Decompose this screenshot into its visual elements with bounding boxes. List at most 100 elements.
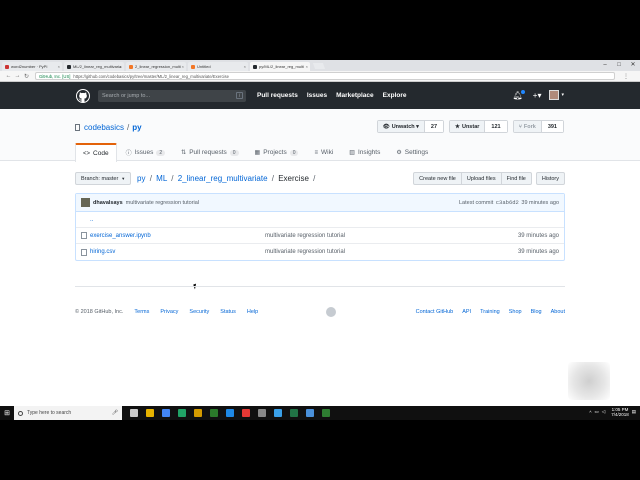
taskbar-app-icon[interactable] [142,406,158,420]
table-row[interactable]: .. [76,212,564,228]
unstar-button[interactable]: ★ Unstar [450,121,485,132]
repo-name-link[interactable]: py [132,123,141,132]
url-input[interactable]: GitHub, Inc. [US] https://github.com/cod… [35,72,615,80]
tab-close-icon[interactable]: × [306,64,308,69]
browser-tab-active[interactable]: py/ML/2_linear_reg_multi × [250,62,310,71]
footer-link-training[interactable]: Training [480,309,500,315]
maximize-button[interactable]: □ [612,60,626,70]
commit-sha[interactable]: c3ab6d2 [496,199,519,206]
table-row[interactable]: exercise_answer.ipynb multivariate regre… [76,228,564,244]
tab-insights[interactable]: ▥ Insights [342,143,387,162]
forward-arrow-icon[interactable]: → [13,73,22,79]
repo-owner-link[interactable]: codebasics [84,123,124,132]
new-tab-button[interactable] [312,63,326,69]
github-logo-icon[interactable] [76,88,90,103]
tray-arrow-icon[interactable]: ^ [589,410,591,415]
fork-button[interactable]: ⑂ Fork [513,121,541,132]
watchers-count[interactable]: 27 [423,121,444,132]
file-name-link[interactable]: hiring.csv [90,249,115,255]
app-glyph-icon [258,409,266,417]
back-arrow-icon[interactable]: ← [4,73,13,79]
file-commit-message[interactable]: multivariate regression tutorial [265,233,345,239]
file-commit-message[interactable]: multivariate regression tutorial [265,249,345,255]
minimize-button[interactable]: – [598,60,612,70]
windows-start-icon[interactable]: ⊞ [0,406,14,420]
footer-link-help[interactable]: Help [247,309,258,315]
reload-icon[interactable]: ↻ [22,73,31,80]
taskbar-app-icon[interactable] [286,406,302,420]
github-mark-icon[interactable] [326,307,336,317]
nav-marketplace[interactable]: Marketplace [336,92,374,99]
tab-pull-requests[interactable]: ⇅ Pull requests 0 [174,143,245,162]
taskbar-app-icon[interactable] [222,406,238,420]
branch-select[interactable]: Branch: master ▼ [75,172,132,185]
tab-code[interactable]: <> Code [75,143,117,162]
stargazers-count[interactable]: 121 [484,121,507,132]
taskbar-app-icon[interactable] [158,406,174,420]
browser-tab[interactable]: 2_linear_regression_multi × [126,62,186,71]
taskbar-app-icon[interactable] [238,406,254,420]
upload-files-button[interactable]: Upload files [460,172,502,185]
taskbar-app-icon[interactable] [206,406,222,420]
tab-close-icon[interactable]: × [244,64,246,69]
taskbar-clock[interactable]: 1:05 PM 7/4/2018 [611,407,629,417]
commit-message[interactable]: multivariate regression tutorial [126,200,199,206]
avatar[interactable] [549,90,560,100]
breadcrumb-ml[interactable]: ML [156,174,167,183]
tab-close-icon[interactable]: × [58,64,60,69]
tab-projects[interactable]: ▦ Projects 0 [248,143,306,162]
footer-link-api[interactable]: API [462,309,471,315]
taskbar-app-icon[interactable] [174,406,190,420]
footer-link-terms[interactable]: Terms [134,309,149,315]
browser-tab[interactable]: ML/2_linear_reg_multivaria × [64,62,124,71]
breadcrumb-py[interactable]: py [137,174,145,183]
tab-settings[interactable]: ⚙ Settings [389,143,435,162]
create-new-file-button[interactable]: Create new file [413,172,462,185]
footer-link-contact[interactable]: Contact GitHub [416,309,454,315]
notifications-icon[interactable]: ▤ [632,409,636,415]
latest-commit-bar: dhavalsays multivariate regression tutor… [76,194,564,212]
nav-pull-requests[interactable]: Pull requests [257,92,298,99]
browser-tab[interactable]: Untitled × [188,62,248,71]
tab-close-icon[interactable]: × [120,64,122,69]
browser-tab[interactable]: word2number · PyPI × [2,62,62,71]
browser-menu-icon[interactable]: ⋮ [623,73,629,80]
footer-link-security[interactable]: Security [189,309,209,315]
latest-commit-label: Latest commit [458,200,494,206]
volume-icon[interactable]: ◁ [602,409,605,415]
footer-link-shop[interactable]: Shop [509,309,522,315]
parent-directory-link[interactable]: .. [76,217,93,223]
network-icon[interactable]: ▭ [594,409,598,415]
taskbar-app-icon[interactable] [190,406,206,420]
taskbar-app-icon[interactable] [302,406,318,420]
create-new-menu[interactable]: +▾ [533,91,542,100]
footer-link-status[interactable]: Status [220,309,236,315]
taskbar-app-icon[interactable] [254,406,270,420]
table-row[interactable]: hiring.csv multivariate regression tutor… [76,244,564,260]
microphone-icon[interactable]: 🎤︎ [112,410,118,416]
tab-close-icon[interactable]: × [182,64,184,69]
nav-issues[interactable]: Issues [307,92,327,99]
close-window-button[interactable]: ✕ [626,60,640,70]
tab-wiki[interactable]: ≡ Wiki [307,143,340,162]
taskbar-app-icon[interactable] [318,406,334,420]
avatar-caret-icon[interactable]: ▾ [561,92,564,98]
nav-explore[interactable]: Explore [383,92,407,99]
find-file-button[interactable]: Find file [500,172,532,185]
github-search-input[interactable]: Search or jump to... / [98,89,246,102]
footer-link-blog[interactable]: Blog [531,309,542,315]
avatar[interactable] [81,198,90,207]
unwatch-button[interactable]: 👁︎ Unwatch ▾ [377,121,424,132]
forks-count[interactable]: 391 [540,121,563,132]
taskbar-app-icon[interactable] [270,406,286,420]
file-name-link[interactable]: exercise_answer.ipynb [90,233,151,239]
notification-bell-icon[interactable]: 🔔︎ [513,89,525,100]
taskbar-app-icon[interactable] [126,406,142,420]
history-button[interactable]: History [535,172,565,185]
breadcrumb-folder[interactable]: 2_linear_reg_multivariate [178,174,268,183]
footer-link-privacy[interactable]: Privacy [160,309,178,315]
footer-link-about[interactable]: About [551,309,565,315]
taskbar-search-input[interactable]: Type here to search 🎤︎ [14,406,122,420]
commit-author[interactable]: dhavalsays [93,200,123,206]
tab-issues[interactable]: ⓘ Issues 2 [119,143,173,162]
